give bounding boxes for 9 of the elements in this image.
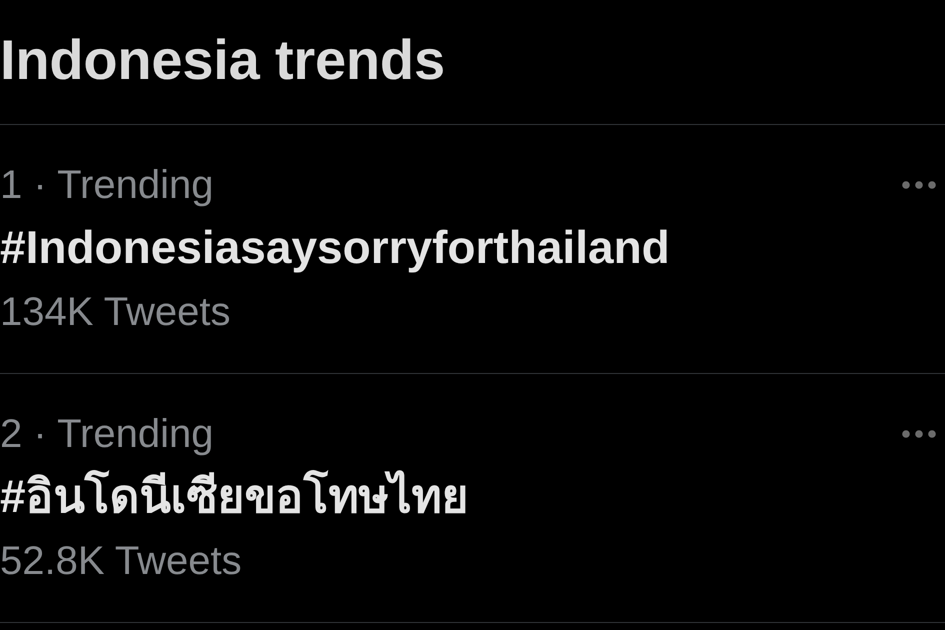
trend-hashtag[interactable]: #อินโดนีเซียขอโทษไทย xyxy=(0,464,469,528)
more-icon[interactable] xyxy=(902,430,936,438)
more-icon[interactable] xyxy=(902,181,936,189)
trend-context: 1 · Trending xyxy=(0,162,214,209)
tweet-count: 134K Tweets xyxy=(0,289,231,336)
trend-context: 2 · Trending xyxy=(0,411,214,458)
trend-hashtag[interactable]: #Indonesiasaysorryforthailand xyxy=(0,215,670,279)
page-title: Indonesia trends xyxy=(0,28,446,92)
tweet-count: 52.8K Tweets xyxy=(0,538,242,585)
